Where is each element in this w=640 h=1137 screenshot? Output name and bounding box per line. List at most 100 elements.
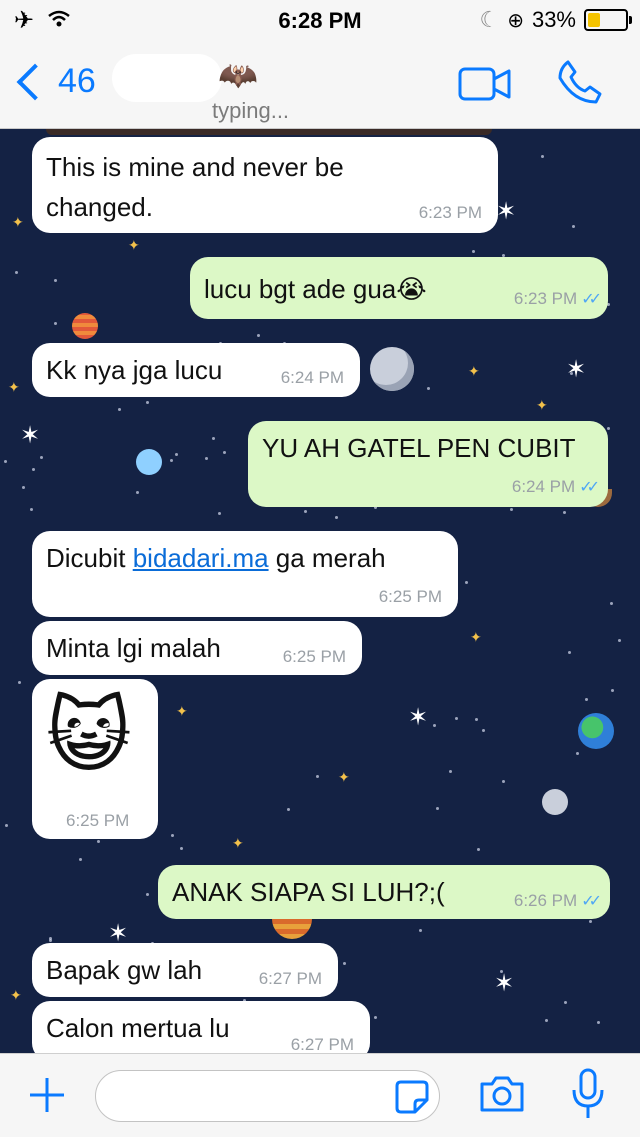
back-button[interactable]: 46	[14, 62, 96, 101]
message-outgoing[interactable]: ANAK SIAPA SI LUH?;( 6:26 PM ✓✓	[158, 865, 610, 919]
wallpaper-dot	[419, 929, 422, 932]
message-outgoing[interactable]: YU AH GATEL PEN CUBIT 6:24 PM ✓✓	[248, 421, 608, 507]
message-link[interactable]: bidadari.ma	[133, 543, 269, 573]
wallpaper-star: ✶	[20, 422, 41, 449]
message-incoming[interactable]: Dicubit bidadari.ma ga merah 6:25 PM	[32, 531, 458, 617]
wallpaper-dot	[449, 770, 452, 773]
phone-icon[interactable]	[556, 58, 604, 106]
wallpaper-star: ✶	[494, 970, 515, 997]
wallpaper-dot	[374, 1016, 377, 1019]
wallpaper-star: ✦	[10, 987, 22, 1003]
wallpaper-star: ✦	[338, 769, 350, 785]
wallpaper-dot	[545, 1019, 548, 1022]
message-text: Dicubit bidadari.ma ga merah	[46, 543, 386, 574]
wallpaper-dot	[97, 840, 100, 843]
message-text: Bapak gw lah	[46, 955, 203, 985]
chevron-left-icon	[16, 63, 54, 100]
message-text-suffix: ga merah	[268, 543, 386, 573]
message-incoming[interactable]: Kk nya jga lucu 6:24 PM	[32, 343, 360, 397]
wallpaper-dot	[436, 807, 439, 810]
read-receipt-icon: ✓✓	[581, 893, 602, 910]
message-text: Minta lgi malah	[46, 633, 221, 663]
video-call-icon[interactable]	[458, 66, 512, 102]
wallpaper-dot	[472, 250, 475, 253]
wallpaper-star: ✦	[12, 214, 24, 230]
message-outgoing[interactable]: lucu bgt ade gua😭 6:23 PM ✓✓	[190, 257, 608, 319]
message-input[interactable]	[95, 1070, 440, 1122]
wallpaper-dot	[205, 457, 208, 460]
microphone-icon[interactable]	[570, 1068, 606, 1122]
wallpaper-dot	[335, 516, 338, 519]
wallpaper-dot	[589, 920, 592, 923]
wallpaper-star: ✦	[176, 703, 188, 719]
battery-icon	[584, 9, 632, 31]
wallpaper-star: ✦	[470, 629, 482, 645]
wallpaper-planet	[136, 449, 162, 475]
wallpaper-dot	[171, 834, 174, 837]
wallpaper-dot	[146, 893, 149, 896]
message-text: lucu bgt ade gua😭	[204, 274, 427, 304]
wallpaper-star: ✦	[468, 363, 480, 379]
wallpaper-dot	[510, 508, 513, 511]
message-time: 6:25 PM	[378, 587, 442, 606]
wallpaper-planet	[542, 789, 568, 815]
wallpaper-dot	[607, 427, 610, 430]
wallpaper-dot	[136, 491, 139, 494]
message-time: 6:26 PM ✓✓	[513, 891, 602, 911]
wallpaper-dot	[287, 808, 290, 811]
message-time: 6:23 PM	[418, 203, 482, 222]
wallpaper-dot	[49, 937, 52, 940]
chat-area[interactable]: ✶ ✶ ✶ ✶ ✶ ✶ ✦ ✦ ✦ ✦ ✦ ✦ ✦ ✦ ✦ ✦ This is …	[0, 129, 640, 1053]
message-text-prefix: Dicubit	[46, 543, 133, 573]
wallpaper-dot	[175, 453, 178, 456]
wallpaper-star: ✦	[8, 379, 20, 395]
read-receipt-icon: ✓✓	[581, 291, 602, 308]
wallpaper-dot	[563, 511, 566, 514]
wallpaper-dot	[316, 775, 319, 778]
message-incoming[interactable]: Minta lgi malah 6:25 PM	[32, 621, 362, 675]
wallpaper-dot	[433, 724, 436, 727]
sticker-icon[interactable]	[395, 1080, 429, 1114]
wallpaper-dot	[5, 824, 8, 827]
wallpaper-star: ✦	[128, 237, 140, 253]
message-time: 6:27 PM	[258, 969, 322, 988]
message-incoming-emoji[interactable]: 😺 6:25 PM	[32, 679, 158, 839]
plus-icon[interactable]	[28, 1076, 66, 1114]
message-incoming[interactable]: Calon mertua lu 6:27 PM	[32, 1001, 370, 1053]
message-text: This is mine and never be changed.	[46, 152, 344, 222]
wallpaper-dot	[568, 651, 571, 654]
wallpaper-star: ✶	[566, 356, 587, 383]
wallpaper-dot	[611, 689, 614, 692]
wallpaper-dot	[502, 780, 505, 783]
input-bar	[0, 1053, 640, 1137]
message-time: 6:24 PM ✓✓	[512, 477, 600, 497]
status-bar: ✈ 6:28 PM ☾ ⊕ 33%	[0, 0, 640, 40]
contact-info[interactable]: 🦇 typing...	[108, 48, 308, 123]
camera-icon[interactable]	[478, 1074, 526, 1114]
wallpaper-dot	[257, 334, 260, 337]
message-incoming[interactable]: Bapak gw lah 6:27 PM	[32, 943, 338, 997]
message-incoming[interactable]: This is mine and never be changed. 6:23 …	[32, 137, 498, 233]
wallpaper-dot	[465, 581, 468, 584]
typing-status: typing...	[212, 98, 290, 123]
status-right: ☾ ⊕ 33%	[479, 7, 632, 33]
bat-emoji-icon: 🦇	[218, 57, 258, 93]
message-time-text: 6:26 PM	[513, 891, 578, 910]
wallpaper-dot	[15, 271, 18, 274]
wallpaper-planet	[370, 347, 414, 391]
wallpaper-star: ✶	[408, 704, 429, 731]
wallpaper-dot	[54, 279, 57, 282]
wallpaper-dot	[427, 387, 430, 390]
wallpaper-star: ✦	[536, 397, 548, 413]
message-text: YU AH GATEL PEN CUBIT	[262, 433, 576, 463]
wallpaper-dot	[455, 717, 458, 720]
message-time: 6:24 PM	[280, 368, 344, 387]
read-receipt-icon: ✓✓	[579, 479, 600, 496]
moon-icon: ☾	[479, 7, 500, 32]
wallpaper-dot	[18, 681, 21, 684]
wallpaper-star: ✶	[496, 198, 517, 225]
wallpaper-dot	[22, 486, 25, 489]
wallpaper-dot	[223, 451, 226, 454]
wallpaper-dot	[212, 437, 215, 440]
cat-emoji-icon: 😺	[46, 691, 132, 782]
